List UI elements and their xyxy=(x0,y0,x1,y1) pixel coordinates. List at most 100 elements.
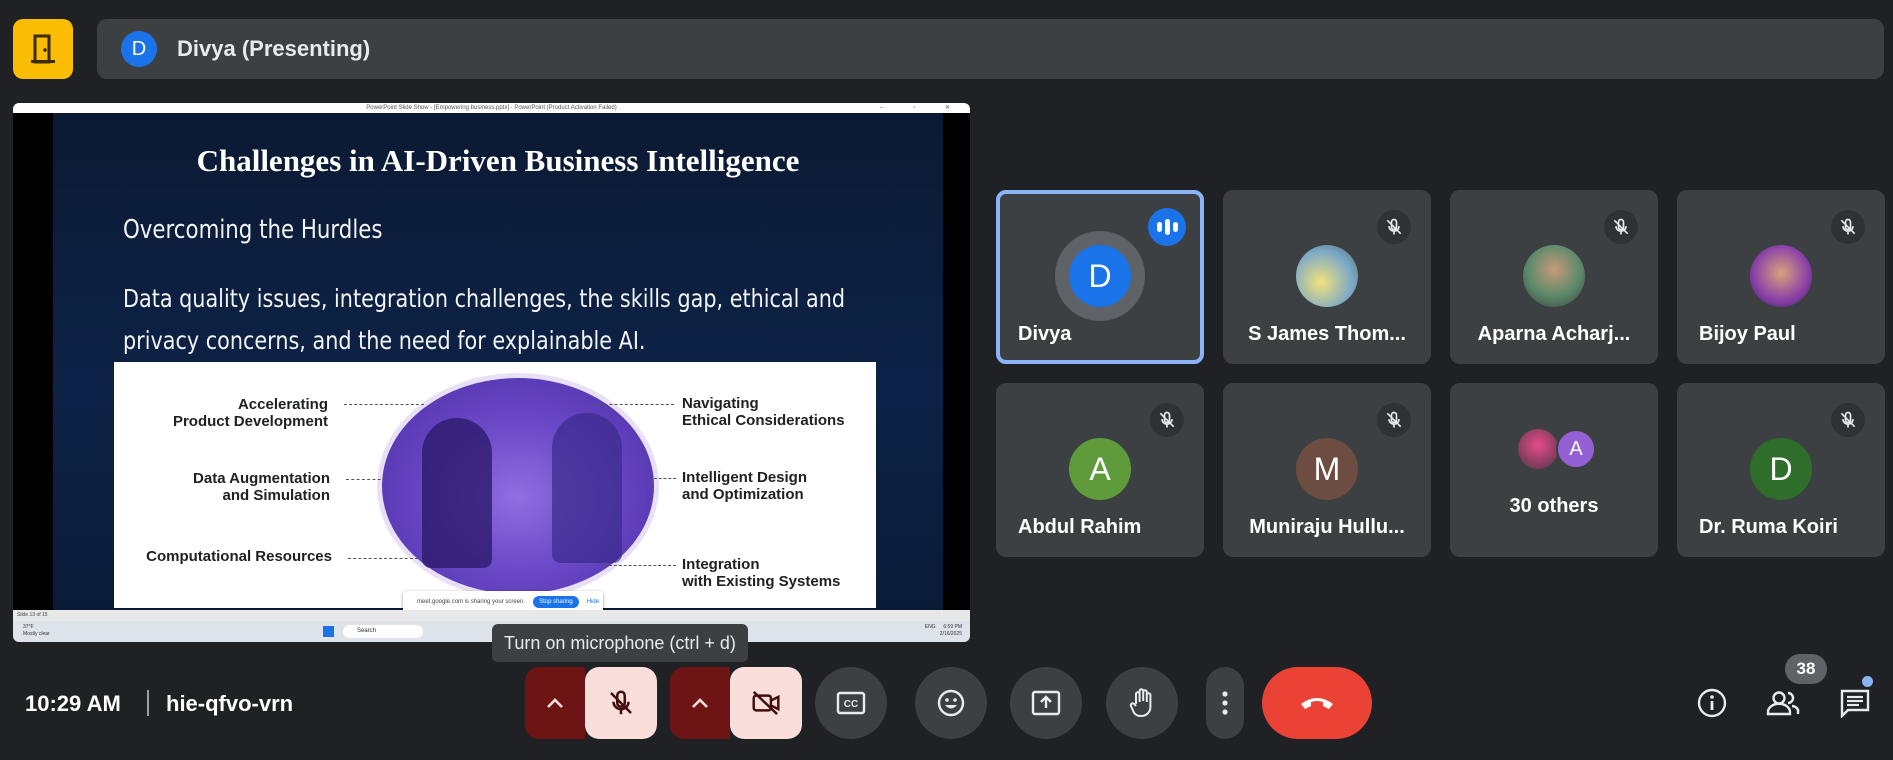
slide-title: Challenges in AI-Driven Business Intelli… xyxy=(196,143,800,178)
present-button[interactable] xyxy=(1010,667,1082,739)
slide-subtitle: Overcoming the Hurdles xyxy=(123,215,383,245)
participant-name: S James Thom... xyxy=(1248,323,1406,345)
avatar: A xyxy=(1069,438,1131,500)
windows-start-icon xyxy=(323,626,334,637)
label-accelerating: Accelerating Product Development xyxy=(172,396,328,430)
meeting-code: hie-qfvo-vrn xyxy=(166,691,294,716)
connector-line xyxy=(604,565,676,566)
participant-name: Divya xyxy=(1018,323,1072,345)
camera-toggle-button[interactable] xyxy=(730,667,802,739)
people-button[interactable] xyxy=(1763,683,1803,723)
participant-name: Abdul Rahim xyxy=(1018,516,1142,538)
mic-off-icon xyxy=(1150,403,1184,437)
tile-aparna[interactable]: Aparna Acharj... xyxy=(1450,190,1658,364)
present-screen-icon xyxy=(1031,690,1061,716)
current-time: 10:29 AM xyxy=(25,691,121,716)
weather-widget: 37°F Mostly clear xyxy=(23,624,50,637)
taskbar-search: Search xyxy=(343,625,423,638)
hand-icon xyxy=(1129,688,1152,717)
connector-line xyxy=(594,404,674,405)
avatar xyxy=(1750,245,1812,307)
mic-off-icon xyxy=(610,690,632,715)
tile-divya[interactable]: D Divya xyxy=(996,190,1204,364)
mic-tooltip: Turn on microphone (ctrl + d) xyxy=(492,624,748,662)
new-message-indicator xyxy=(1862,676,1873,687)
emoji-icon xyxy=(937,689,965,717)
participant-name: Dr. Ruma Koiri xyxy=(1699,516,1838,538)
robot-silhouette-icon xyxy=(552,413,622,563)
share-window-title: PowerPoint Slide Show - [Empowering busi… xyxy=(366,105,617,111)
audio-options-button[interactable] xyxy=(525,667,585,739)
tile-muniraju[interactable]: M Muniraju Hullu... xyxy=(1223,383,1431,557)
connector-line xyxy=(344,404,424,405)
hang-up-icon xyxy=(1301,698,1333,709)
participant-name: Aparna Acharj... xyxy=(1477,323,1631,345)
people-count-badge: 38 xyxy=(1785,654,1827,684)
human-silhouette-icon xyxy=(422,418,492,568)
info-icon xyxy=(1697,688,1727,718)
label-intelligent-design: Intelligent Design and Optimization xyxy=(682,469,808,503)
captions-button[interactable]: CC xyxy=(815,667,887,739)
hide-link[interactable]: Hide xyxy=(587,599,599,605)
leave-call-button[interactable] xyxy=(1262,667,1372,739)
avatar xyxy=(1296,245,1358,307)
camera-off-icon xyxy=(752,691,780,715)
connector-line xyxy=(654,478,676,479)
speaking-indicator-icon xyxy=(1148,208,1186,246)
more-options-button[interactable] xyxy=(1206,667,1244,739)
label-data-augmentation: Data Augmentation and Simulation xyxy=(193,470,330,504)
mic-control xyxy=(525,667,657,739)
mic-off-icon xyxy=(1604,210,1638,244)
tile-bijoy[interactable]: Bijoy Paul xyxy=(1677,190,1885,364)
others-avatars: A xyxy=(1518,429,1598,473)
shared-screen: PowerPoint Slide Show - [Empowering busi… xyxy=(13,103,970,642)
divider xyxy=(147,690,149,716)
reactions-button[interactable] xyxy=(915,667,987,739)
mic-off-icon xyxy=(1831,403,1865,437)
share-window-titlebar: PowerPoint Slide Show - [Empowering busi… xyxy=(13,103,970,113)
video-options-button[interactable] xyxy=(670,667,730,739)
participant-name: Muniraju Hullu... xyxy=(1249,516,1405,538)
label-computational: Computational Resources xyxy=(146,548,332,565)
avatar xyxy=(1523,245,1585,307)
mic-off-icon xyxy=(1831,210,1865,244)
avatar xyxy=(1518,429,1558,469)
avatar: A xyxy=(1556,429,1596,469)
more-vert-icon xyxy=(1222,691,1228,715)
leave-room-button[interactable] xyxy=(13,19,73,79)
svg-text:CC: CC xyxy=(844,699,858,710)
avatar: M xyxy=(1296,438,1358,500)
avatar: D xyxy=(1750,438,1812,500)
connector-line xyxy=(346,479,386,480)
people-icon xyxy=(1766,691,1800,716)
chevron-up-icon xyxy=(547,698,563,708)
stop-sharing-button[interactable]: Stop sharing xyxy=(533,596,579,608)
others-count: 30 others xyxy=(1509,495,1599,517)
chat-button[interactable] xyxy=(1835,683,1875,723)
tile-s-james[interactable]: S James Thom... xyxy=(1223,190,1431,364)
tile-others[interactable]: A 30 others xyxy=(1450,383,1658,557)
ppt-statusbar: Slide 13 of 15 xyxy=(13,610,970,621)
tile-ruma[interactable]: D Dr. Ruma Koiri xyxy=(1677,383,1885,557)
meet-window: D Divya (Presenting) PowerPoint Slide Sh… xyxy=(0,0,1893,760)
door-icon xyxy=(31,34,55,64)
ai-illustration xyxy=(382,378,654,594)
slide-body: Data quality issues, integration challen… xyxy=(123,284,846,355)
label-integration: Integration with Existing Systems xyxy=(682,556,841,590)
presenter-label: Divya (Presenting) xyxy=(177,36,371,61)
raise-hand-button[interactable] xyxy=(1106,667,1178,739)
mic-off-icon xyxy=(1377,210,1411,244)
meeting-details-button[interactable] xyxy=(1692,683,1732,723)
chevron-up-icon xyxy=(692,698,708,708)
presentation-bar: D Divya (Presenting) xyxy=(97,19,1884,79)
presenter-avatar: D xyxy=(121,31,157,67)
window-controls-icon: – ▫ ✕ xyxy=(880,105,964,111)
avatar: D xyxy=(1069,245,1131,307)
microphone-toggle-button[interactable] xyxy=(585,667,657,739)
slide-diagram: Accelerating Product Development Data Aug… xyxy=(114,362,876,608)
connector-line xyxy=(348,558,418,559)
label-ethical: Navigating Ethical Considerations xyxy=(682,395,845,429)
mic-off-icon xyxy=(1377,403,1411,437)
tile-abdul[interactable]: A Abdul Rahim xyxy=(996,383,1204,557)
closed-captions-icon: CC xyxy=(836,691,866,715)
